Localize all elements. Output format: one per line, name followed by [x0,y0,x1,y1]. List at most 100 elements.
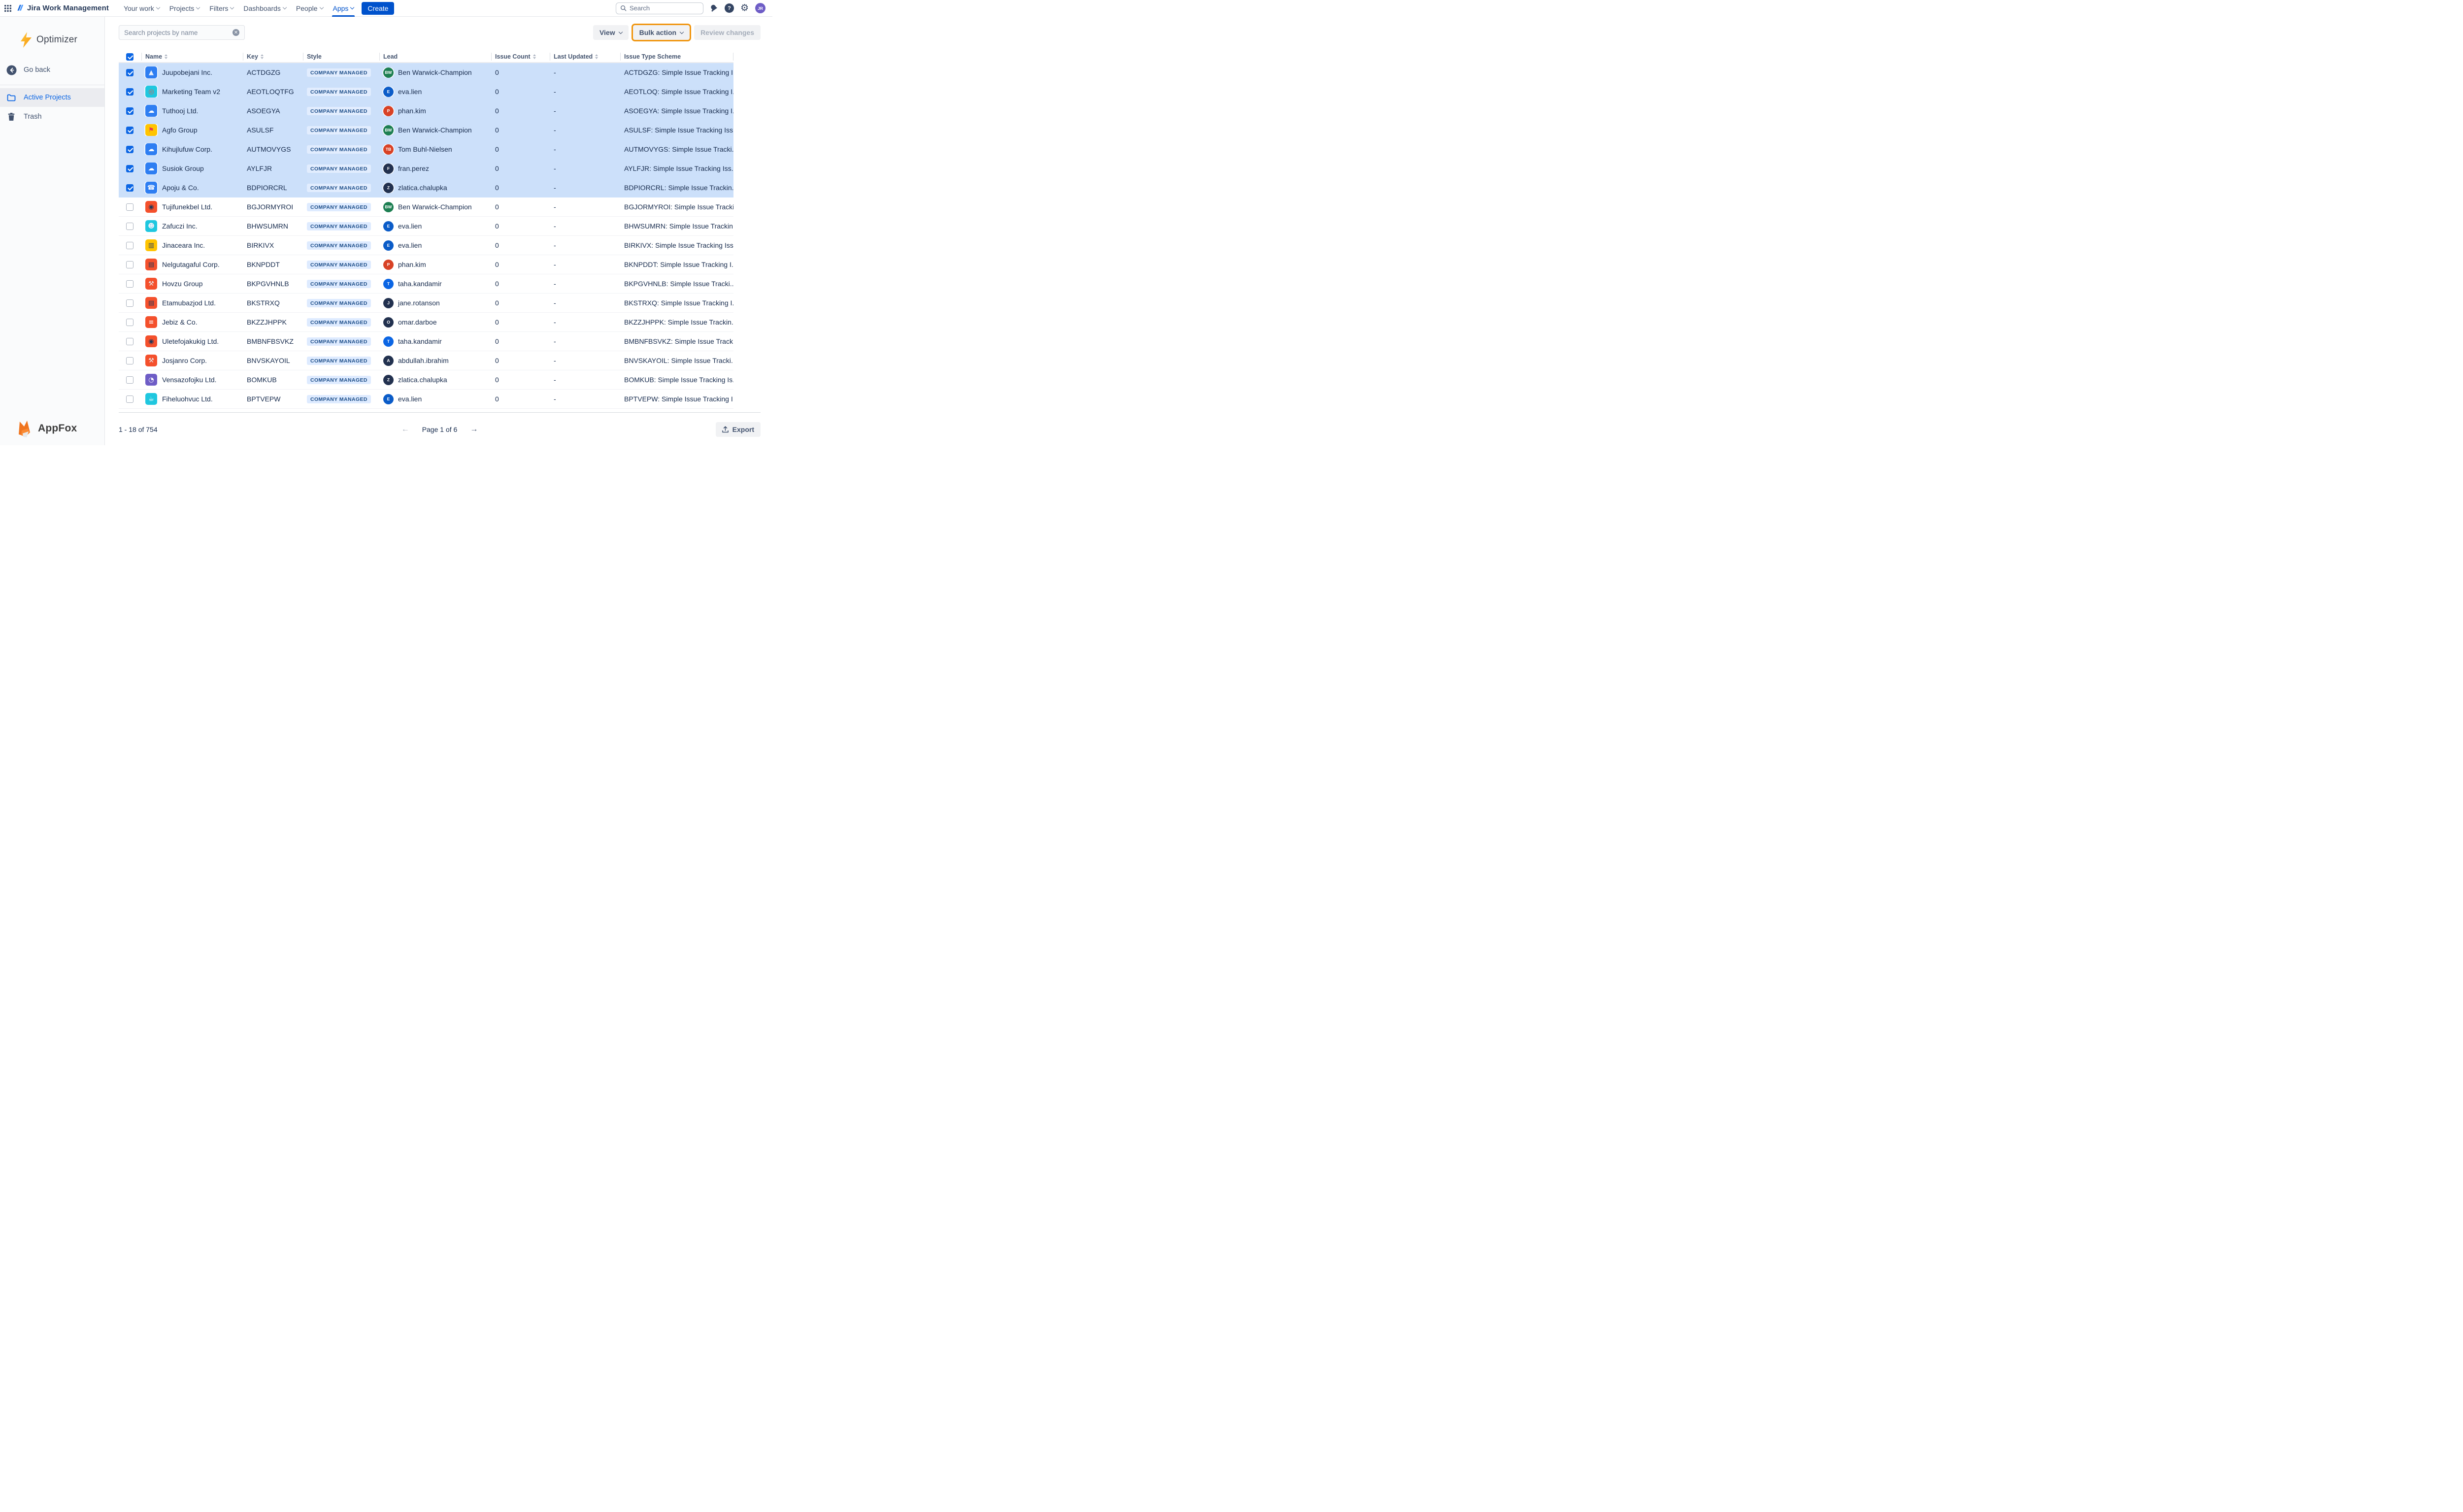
column-header-lead[interactable]: Lead [379,53,491,61]
sidebar-item-active-projects[interactable]: Active Projects [0,88,104,107]
notifications-icon[interactable] [710,4,718,12]
lead-avatar: Z [383,375,394,385]
lead-avatar: Z [383,183,394,193]
global-search[interactable] [616,2,703,14]
column-header-name[interactable]: Name [141,53,243,61]
optimizer-logo: Optimizer [0,17,104,61]
row-checkbox[interactable] [126,376,133,384]
view-button[interactable]: View [593,25,629,40]
bulk-action-button[interactable]: Bulk action [633,25,690,40]
jira-home-link[interactable]: Jira Work Management [16,4,109,12]
table-row[interactable]: ☎ Apoju & Co. BDPIORCRL COMPANY MANAGED … [119,178,733,197]
row-checkbox[interactable] [126,184,133,192]
issue-type-scheme: BDPIORCRL: Simple Issue Trackin... [620,184,733,192]
project-avatar-icon: ▲ [145,66,157,78]
project-search[interactable]: ✕ [119,25,245,40]
last-updated: - [550,299,620,307]
table-row[interactable]: ▤ Etamubazjod Ltd. BKSTRXQ COMPANY MANAG… [119,294,733,313]
help-icon[interactable]: ? [725,3,734,13]
style-badge: COMPANY MANAGED [307,241,371,250]
issue-type-scheme: BNVSKAYOIL: Simple Issue Tracki... [620,357,733,364]
row-checkbox[interactable] [126,223,133,230]
table-row[interactable]: ⚒ Josjanro Corp. BNVSKAYOIL COMPANY MANA… [119,351,733,370]
table-row[interactable]: ◔ Vensazofojku Ltd. BOMKUB COMPANY MANAG… [119,370,733,390]
column-header-key[interactable]: Key [243,53,303,61]
last-updated: - [550,241,620,249]
row-checkbox[interactable] [126,127,133,134]
lead-avatar: T [383,336,394,347]
row-checkbox[interactable] [126,261,133,268]
app-switcher-icon[interactable] [0,0,16,17]
table-row[interactable]: ▥ Jinaceara Inc. BIRKIVX COMPANY MANAGED… [119,236,733,255]
column-header-last-updated[interactable]: Last Updated [550,53,620,61]
row-checkbox[interactable] [126,203,133,211]
row-checkbox[interactable] [126,357,133,364]
lead-name: Ben Warwick-Champion [398,203,472,211]
table-row[interactable]: ◉ Uletefojakukig Ltd. BMBNFBSVKZ COMPANY… [119,332,733,351]
row-checkbox[interactable] [126,69,133,76]
go-back-button[interactable]: Go back [0,61,104,79]
table-row[interactable]: ☁ Kihujlufuw Corp. AUTMOVYGS COMPANY MAN… [119,140,733,159]
issue-type-scheme: BKSTRXQ: Simple Issue Tracking I... [620,299,733,307]
table-row[interactable]: ☻ Zafuczi Inc. BHWSUMRN COMPANY MANAGED … [119,217,733,236]
sort-icon [165,54,167,59]
review-changes-button[interactable]: Review changes [694,25,761,40]
row-checkbox[interactable] [126,165,133,172]
table-row[interactable]: ◎ Marketing Team v2 AEOTLOQTFG COMPANY M… [119,82,733,101]
column-header-style[interactable]: Style [303,53,379,61]
table-row[interactable]: ☁ Susiok Group AYLFJR COMPANY MANAGED F … [119,159,733,178]
row-checkbox[interactable] [126,338,133,345]
export-upload-icon [722,426,729,433]
nav-apps[interactable]: Apps [328,0,359,17]
nav-your-work[interactable]: Your work [119,0,165,17]
lead-name: taha.kandamir [398,337,442,345]
table-row[interactable]: ≡ Jebiz & Co. BKZZJHPPK COMPANY MANAGED … [119,313,733,332]
row-checkbox[interactable] [126,280,133,288]
select-all-checkbox[interactable] [126,53,133,61]
project-search-input[interactable] [124,29,233,36]
lead-name: eva.lien [398,88,422,96]
project-key: BIRKIVX [243,241,303,249]
row-checkbox[interactable] [126,146,133,153]
last-updated: - [550,203,620,211]
project-key: BPTVEPW [243,395,303,403]
row-checkbox[interactable] [126,107,133,115]
project-avatar-icon: ◉ [145,201,157,213]
table-row[interactable]: ⚑ Agfo Group ASULSF COMPANY MANAGED BW B… [119,121,733,140]
project-name: Apoju & Co. [162,184,199,192]
nav-filters[interactable]: Filters [204,0,238,17]
nav-people[interactable]: People [291,0,328,17]
settings-gear-icon[interactable]: ⚙ [740,3,749,13]
row-checkbox[interactable] [126,319,133,326]
export-button[interactable]: Export [716,422,761,437]
row-checkbox[interactable] [126,88,133,96]
row-checkbox[interactable] [126,242,133,249]
style-badge: COMPANY MANAGED [307,357,371,365]
project-name: Jinaceara Inc. [162,241,205,249]
row-checkbox[interactable] [126,299,133,307]
user-avatar[interactable]: JR [755,3,766,13]
lead-avatar: E [383,394,394,404]
last-updated: - [550,145,620,153]
sort-icon [595,54,598,59]
table-row[interactable]: ◉ Tujifunekbel Ltd. BGJORMYROI COMPANY M… [119,197,733,217]
table-row[interactable]: ▲ Juupobejani Inc. ACTDGZG COMPANY MANAG… [119,63,733,82]
create-button[interactable]: Create [362,2,394,15]
table-row[interactable]: ☁ Tuthooj Ltd. ASOEGYA COMPANY MANAGED P… [119,101,733,121]
table-row[interactable]: ⚒ Hovzu Group BKPGVHNLB COMPANY MANAGED … [119,274,733,294]
table-row[interactable]: ☕ Fiheluohvuc Ltd. BPTVEPW COMPANY MANAG… [119,390,733,409]
grid-icon [4,4,12,12]
next-page-arrow[interactable]: → [470,425,478,434]
sidebar-item-trash[interactable]: Trash [0,108,104,126]
global-search-input[interactable] [630,4,694,12]
project-key: BGJORMYROI [243,203,303,211]
nav-projects[interactable]: Projects [165,0,205,17]
column-header-issue-count[interactable]: Issue Count [491,53,550,61]
row-checkbox[interactable] [126,395,133,403]
nav-dashboards[interactable]: Dashboards [238,0,291,17]
clear-search-icon[interactable]: ✕ [233,29,239,36]
issue-type-scheme: BKPGVHNLB: Simple Issue Tracki... [620,280,733,288]
table-row[interactable]: ▤ Nelgutagaful Corp. BKNPDDT COMPANY MAN… [119,255,733,274]
previous-page-arrow[interactable]: ← [401,425,409,434]
column-header-issue-type-scheme[interactable]: Issue Type Scheme [620,53,733,61]
